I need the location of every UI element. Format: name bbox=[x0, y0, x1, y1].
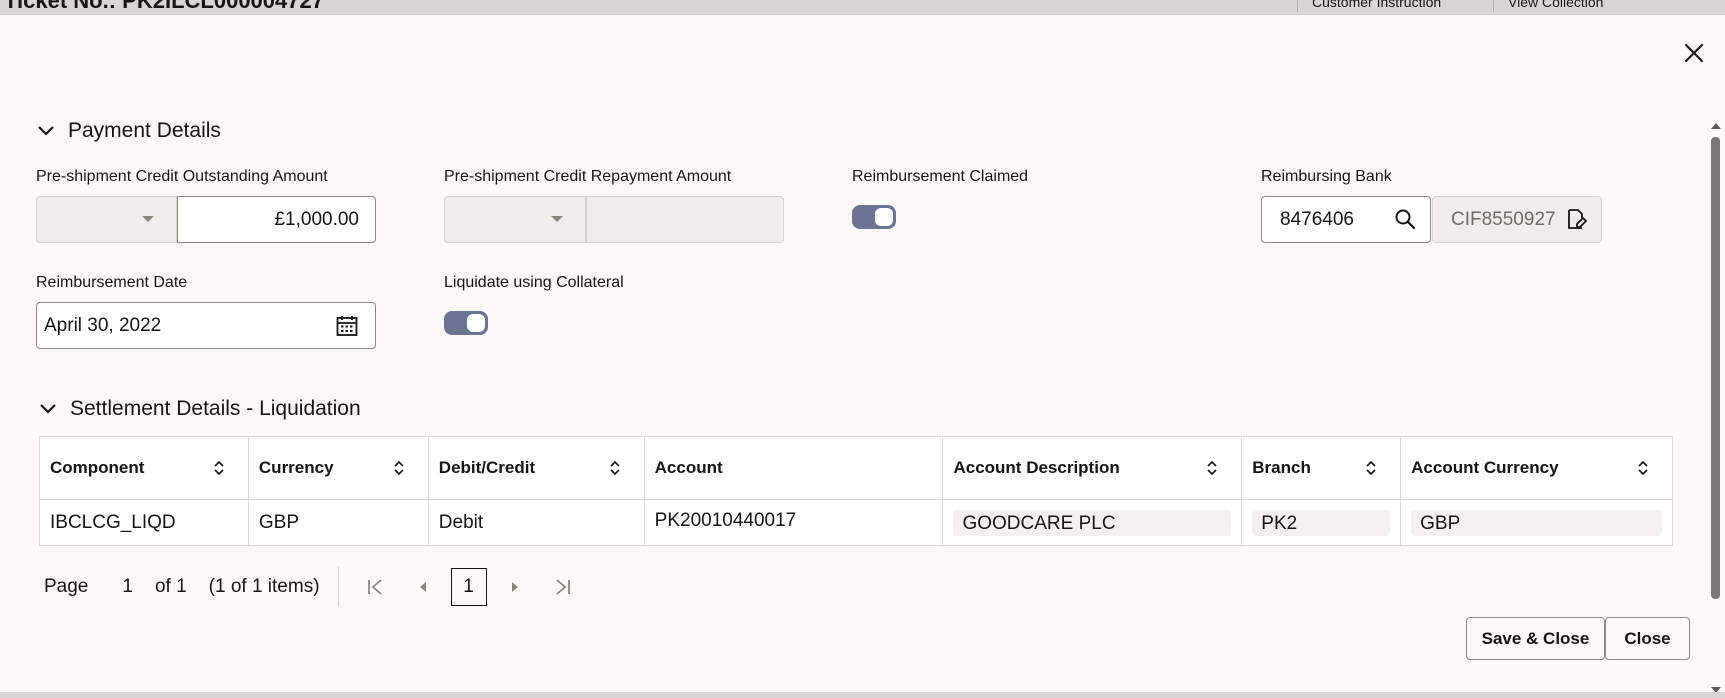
sort-icon[interactable] bbox=[608, 459, 622, 477]
chevron-down-icon bbox=[38, 126, 54, 136]
settlement-table: Component Currency Debit/Credit Account … bbox=[39, 436, 1673, 546]
liquidate-collateral-label: Liquidate using Collateral bbox=[444, 274, 624, 291]
sort-icon[interactable] bbox=[1364, 459, 1378, 477]
page-1-button[interactable]: 1 bbox=[450, 568, 487, 606]
account-description-value: GOODCARE PLC bbox=[953, 509, 1232, 536]
column-header-account[interactable]: Account bbox=[643, 436, 944, 500]
reimbursing-bank-cif-value: CIF8550927 bbox=[1451, 208, 1556, 230]
first-page-icon[interactable] bbox=[363, 575, 387, 599]
cell-account-description: GOODCARE PLC bbox=[942, 499, 1243, 546]
column-header-label: Account Description bbox=[953, 458, 1120, 477]
page-number-input[interactable]: 1 bbox=[122, 576, 133, 598]
edit-document-icon[interactable] bbox=[1565, 208, 1587, 230]
column-header-debit-credit[interactable]: Debit/Credit bbox=[427, 436, 645, 500]
background-page-bottom bbox=[0, 692, 1725, 698]
view-collection-button: View Collection bbox=[1493, 0, 1617, 12]
toggle-knob bbox=[875, 208, 893, 226]
page-label: Page bbox=[44, 576, 89, 597]
outstanding-currency-select[interactable] bbox=[36, 196, 177, 243]
cell-debit-credit: Debit bbox=[427, 499, 645, 546]
column-header-branch[interactable]: Branch bbox=[1241, 436, 1402, 500]
close-button[interactable]: Close bbox=[1605, 617, 1690, 660]
page-of-label: of 1 bbox=[154, 576, 187, 597]
reimbursing-bank-label: Reimbursing Bank bbox=[1261, 168, 1392, 185]
repayment-amount-label: Pre-shipment Credit Repayment Amount bbox=[444, 168, 732, 185]
column-header-label: Branch bbox=[1252, 458, 1311, 477]
cell-account[interactable]: PK20010440017 bbox=[643, 499, 944, 546]
background-page-title: Ticket No.: PK2ILCL000004727 bbox=[4, 0, 324, 13]
sort-icon[interactable] bbox=[1636, 459, 1650, 477]
payment-details-title: Payment Details bbox=[68, 119, 221, 142]
close-icon[interactable] bbox=[1680, 39, 1708, 67]
background-page-header: Ticket No.: PK2ILCL000004727 Customer In… bbox=[0, 0, 1725, 14]
toggle-knob bbox=[467, 314, 485, 332]
next-page-icon[interactable] bbox=[503, 575, 527, 599]
reimbursement-claimed-toggle[interactable] bbox=[852, 205, 896, 229]
save-and-close-label: Save & Close bbox=[1481, 628, 1590, 648]
column-header-label: Account Currency bbox=[1411, 458, 1559, 477]
pagination-bar: Page 1 of 1 (1 of 1 items) 1 bbox=[44, 567, 583, 607]
cell-account-currency: GBP bbox=[1400, 499, 1673, 546]
dropdown-caret-icon bbox=[142, 216, 154, 222]
table-row[interactable]: IBCLCG_LIQD GBP Debit PK20010440017 GOOD… bbox=[39, 499, 1673, 546]
search-icon[interactable] bbox=[1394, 208, 1416, 230]
sort-icon[interactable] bbox=[1205, 459, 1219, 477]
reimbursing-bank-value: 8476406 bbox=[1280, 208, 1354, 230]
outstanding-amount-input[interactable]: £1,000.00 bbox=[177, 196, 376, 243]
chevron-down-icon bbox=[40, 404, 56, 414]
sort-icon[interactable] bbox=[392, 459, 406, 477]
scroll-up-icon[interactable] bbox=[1711, 123, 1721, 129]
calendar-icon[interactable] bbox=[335, 314, 359, 338]
column-header-label: Debit/Credit bbox=[438, 458, 536, 477]
sort-icon[interactable] bbox=[212, 459, 226, 477]
payment-details-dialog: Payment Details Pre-shipment Credit Outs… bbox=[0, 14, 1725, 693]
settlement-details-title: Settlement Details - Liquidation bbox=[70, 397, 361, 420]
close-label: Close bbox=[1624, 628, 1671, 648]
cell-branch: PK2 bbox=[1241, 499, 1402, 546]
outstanding-amount-label: Pre-shipment Credit Outstanding Amount bbox=[36, 168, 328, 185]
customer-instruction-button: Customer Instruction bbox=[1297, 0, 1455, 12]
settlement-details-section-header[interactable]: Settlement Details - Liquidation bbox=[38, 397, 361, 421]
column-header-label: Currency bbox=[258, 458, 334, 477]
column-header-account-description[interactable]: Account Description bbox=[942, 436, 1243, 500]
reimbursement-date-input[interactable]: April 30, 2022 bbox=[36, 302, 376, 349]
column-header-label: Account bbox=[654, 458, 723, 477]
column-header-label: Component bbox=[50, 458, 145, 477]
items-count-label: (1 of 1 items) bbox=[208, 576, 320, 597]
repayment-amount-input[interactable] bbox=[586, 196, 784, 243]
reimbursement-date-value: April 30, 2022 bbox=[44, 314, 162, 336]
pager-divider bbox=[337, 567, 339, 607]
account-currency-value: GBP bbox=[1411, 509, 1662, 536]
dropdown-caret-icon bbox=[551, 216, 563, 222]
payment-details-section-header[interactable]: Payment Details bbox=[36, 119, 221, 143]
reimbursement-date-label: Reimbursement Date bbox=[36, 274, 188, 291]
cell-currency: GBP bbox=[247, 499, 429, 546]
save-and-close-button[interactable]: Save & Close bbox=[1466, 617, 1605, 660]
scrollbar-thumb[interactable] bbox=[1711, 137, 1720, 599]
table-header-row: Component Currency Debit/Credit Account … bbox=[39, 436, 1673, 500]
reimbursement-claimed-label: Reimbursement Claimed bbox=[852, 168, 1029, 185]
column-header-component[interactable]: Component bbox=[39, 436, 249, 500]
cell-component: IBCLCG_LIQD bbox=[39, 499, 249, 546]
vertical-scrollbar[interactable] bbox=[1708, 109, 1721, 693]
repayment-currency-select[interactable] bbox=[444, 196, 586, 243]
column-header-currency[interactable]: Currency bbox=[247, 436, 429, 500]
last-page-icon[interactable] bbox=[551, 575, 575, 599]
branch-value: PK2 bbox=[1252, 509, 1391, 536]
previous-page-icon[interactable] bbox=[411, 575, 435, 599]
column-header-account-currency[interactable]: Account Currency bbox=[1400, 436, 1673, 500]
liquidate-collateral-toggle[interactable] bbox=[444, 311, 488, 335]
outstanding-amount-value: £1,000.00 bbox=[274, 208, 359, 230]
